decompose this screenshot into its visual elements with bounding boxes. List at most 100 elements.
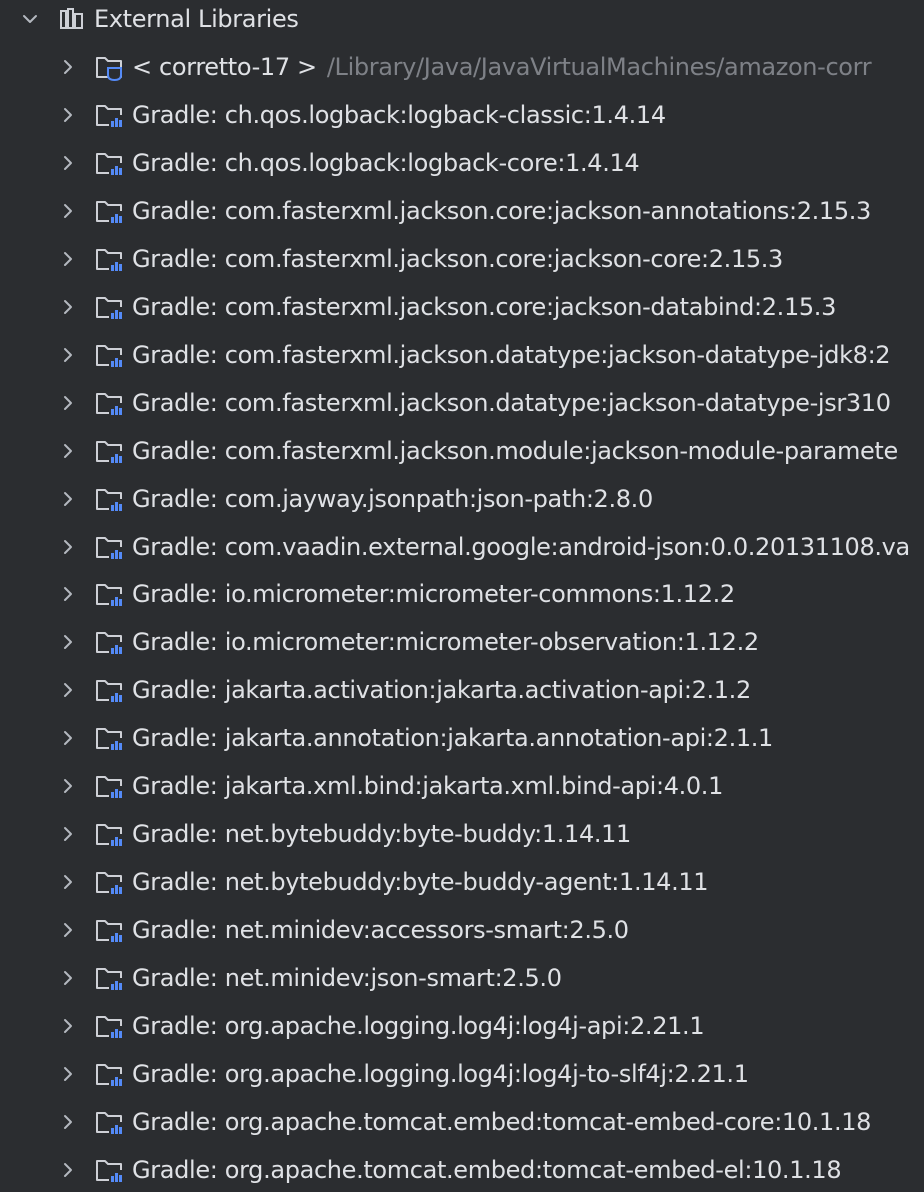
library-folder-icon <box>96 1159 123 1183</box>
chevron-right-icon[interactable] <box>58 680 78 700</box>
chevron-right-icon[interactable] <box>58 872 78 892</box>
library-folder-icon <box>96 152 123 176</box>
tree-node-library[interactable]: Gradle: com.vaadin.external.google:andro… <box>0 523 924 571</box>
library-folder-icon <box>96 344 123 368</box>
tree-node-label: Gradle: com.jayway.jsonpath:json-path:2.… <box>132 484 653 513</box>
tree-node-label: Gradle: com.fasterxml.jackson.datatype:j… <box>132 388 891 417</box>
tree-node-label: Gradle: net.minidev:accessors-smart:2.5.… <box>132 916 629 945</box>
tree-node-library[interactable]: Gradle: net.bytebuddy:byte-buddy:1.14.11 <box>0 810 924 858</box>
chevron-right-icon[interactable] <box>58 105 78 125</box>
chevron-right-icon[interactable] <box>58 824 78 844</box>
chevron-right-icon[interactable] <box>58 1016 78 1036</box>
tree-node-library[interactable]: < corretto-17 > /Library/Java/JavaVirtual… <box>0 43 924 91</box>
chevron-right-icon[interactable] <box>58 1064 78 1084</box>
library-folder-icon <box>96 824 123 848</box>
chevron-right-icon[interactable] <box>58 201 78 221</box>
chevron-right-icon[interactable] <box>58 584 78 604</box>
tree-node-label: Gradle: com.fasterxml.jackson.datatype:j… <box>132 340 891 369</box>
tree-node-label: Gradle: jakarta.activation:jakarta.activ… <box>132 676 751 705</box>
library-folder-icon <box>96 1016 123 1039</box>
tree-node-label: Gradle: com.fasterxml.jackson.core:jacks… <box>132 244 783 273</box>
tree-node-label: Gradle: jakarta.annotation:jakarta.annot… <box>132 724 773 753</box>
tree-node-library[interactable]: Gradle: jakarta.activation:jakarta.activ… <box>0 666 924 714</box>
library-folder-icon <box>96 632 123 656</box>
library-folder-icon <box>96 536 123 560</box>
tree-node-label: Gradle: org.apache.tomcat.embed:tomcat-e… <box>132 1155 842 1184</box>
tree-node-library[interactable]: Gradle: com.fasterxml.jackson.core:jacks… <box>0 283 924 331</box>
tree-node-label: Gradle: org.apache.logging.log4j:log4j-a… <box>132 1012 705 1040</box>
chevron-right-icon[interactable] <box>58 441 78 461</box>
library-folder-icon <box>96 248 123 272</box>
library-folder-icon <box>96 392 123 416</box>
chevron-right-icon[interactable] <box>58 632 78 652</box>
tree-node-library[interactable]: Gradle: com.fasterxml.jackson.datatype:j… <box>0 331 924 379</box>
tree-node-library[interactable]: Gradle: com.fasterxml.jackson.core:jacks… <box>0 187 924 235</box>
jdk-name: < corretto-17 > <box>132 53 317 81</box>
library-folder-icon <box>96 872 123 896</box>
tree-node-external-libraries[interactable]: External Libraries <box>0 0 924 43</box>
tree-node-label: Gradle: com.vaadin.external.google:andro… <box>132 532 910 561</box>
tree-node-library[interactable]: Gradle: com.fasterxml.jackson.core:jacks… <box>0 235 924 283</box>
tree-node-label: < corretto-17 > /Library/Java/JavaVirtual… <box>132 43 872 91</box>
library-folder-icon <box>96 968 123 992</box>
tree-node-library[interactable]: Gradle: org.apache.logging.log4j:log4j-a… <box>0 1002 924 1050</box>
chevron-right-icon[interactable] <box>58 393 78 413</box>
tree-node-label: Gradle: net.bytebuddy:byte-buddy:1.14.11 <box>132 820 631 849</box>
tree-node-library[interactable]: Gradle: com.fasterxml.jackson.module:jac… <box>0 427 924 475</box>
tree-node-library[interactable]: Gradle: com.fasterxml.jackson.datatype:j… <box>0 379 924 427</box>
chevron-down-icon[interactable] <box>20 9 40 29</box>
library-icon <box>60 8 83 29</box>
tree-node-library[interactable]: Gradle: ch.qos.logback:logback-classic:1… <box>0 91 924 139</box>
chevron-right-icon[interactable] <box>58 297 78 317</box>
chevron-right-icon[interactable] <box>58 153 78 173</box>
tree-node-label: Gradle: io.micrometer:micrometer-observa… <box>132 628 759 657</box>
tree-node-label: Gradle: ch.qos.logback:logback-core:1.4.… <box>132 148 640 177</box>
library-folder-icon <box>96 680 123 704</box>
jdk-path: /Library/Java/JavaVirtualMachines/amazon… <box>326 53 872 81</box>
tree-node-library[interactable]: Gradle: net.minidev:json-smart:2.5.0 <box>0 954 924 1002</box>
chevron-right-icon[interactable] <box>58 776 78 796</box>
tree-node-label: External Libraries <box>94 5 299 33</box>
tree-node-library[interactable]: Gradle: net.bytebuddy:byte-buddy-agent:1… <box>0 858 924 906</box>
tree-node-library[interactable]: Gradle: jakarta.annotation:jakarta.annot… <box>0 714 924 762</box>
chevron-right-icon[interactable] <box>58 489 78 509</box>
tree-node-label: Gradle: net.bytebuddy:byte-buddy-agent:1… <box>132 868 709 897</box>
tree-node-library[interactable]: Gradle: org.apache.logging.log4j:log4j-t… <box>0 1050 924 1098</box>
tree-node-label: Gradle: io.micrometer:micrometer-commons… <box>132 580 735 609</box>
tree-node-library[interactable]: Gradle: org.apache.tomcat.embed:tomcat-e… <box>0 1146 924 1192</box>
tree-node-library[interactable]: Gradle: jakarta.xml.bind:jakarta.xml.bin… <box>0 762 924 810</box>
tree-node-library[interactable]: Gradle: org.apache.tomcat.embed:tomcat-e… <box>0 1098 924 1146</box>
tree-node-library[interactable]: Gradle: io.micrometer:micrometer-commons… <box>0 570 924 618</box>
tree-node-label: Gradle: net.minidev:json-smart:2.5.0 <box>132 964 562 993</box>
tree-node-label: Gradle: org.apache.tomcat.embed:tomcat-e… <box>132 1107 872 1136</box>
tree-node-label: Gradle: jakarta.xml.bind:jakarta.xml.bin… <box>132 772 724 801</box>
library-folder-icon <box>96 104 123 128</box>
chevron-right-icon[interactable] <box>58 920 78 940</box>
tree-node-label: Gradle: com.fasterxml.jackson.core:jacks… <box>132 196 871 225</box>
chevron-right-icon[interactable] <box>58 728 78 748</box>
chevron-right-icon[interactable] <box>58 968 78 988</box>
chevron-right-icon[interactable] <box>58 1160 78 1180</box>
chevron-right-icon[interactable] <box>58 537 78 557</box>
library-folder-icon <box>96 1111 123 1135</box>
chevron-right-icon[interactable] <box>58 345 78 365</box>
chevron-right-icon[interactable] <box>58 1112 78 1132</box>
library-folder-icon <box>96 728 123 752</box>
library-folder-icon <box>96 488 123 512</box>
project-tree: External Libraries < corretto-17 > /Libra… <box>0 0 924 1192</box>
library-folder-icon <box>96 296 123 320</box>
tree-node-label: Gradle: com.fasterxml.jackson.core:jacks… <box>132 292 837 321</box>
library-folder-icon <box>96 200 123 224</box>
library-folder-icon <box>96 1063 123 1087</box>
chevron-right-icon[interactable] <box>58 249 78 269</box>
library-folder-icon <box>96 776 123 800</box>
tree-node-library[interactable]: Gradle: com.jayway.jsonpath:json-path:2.… <box>0 475 924 523</box>
jdk-folder-icon <box>96 57 122 81</box>
tree-node-library[interactable]: Gradle: net.minidev:accessors-smart:2.5.… <box>0 906 924 954</box>
chevron-right-icon[interactable] <box>58 57 78 77</box>
tree-node-label: Gradle: ch.qos.logback:logback-classic:1… <box>132 100 666 129</box>
library-folder-icon <box>96 920 123 944</box>
tree-node-library[interactable]: Gradle: ch.qos.logback:logback-core:1.4.… <box>0 139 924 187</box>
tree-node-label: Gradle: com.fasterxml.jackson.module:jac… <box>132 436 898 465</box>
tree-node-library[interactable]: Gradle: io.micrometer:micrometer-observa… <box>0 618 924 666</box>
